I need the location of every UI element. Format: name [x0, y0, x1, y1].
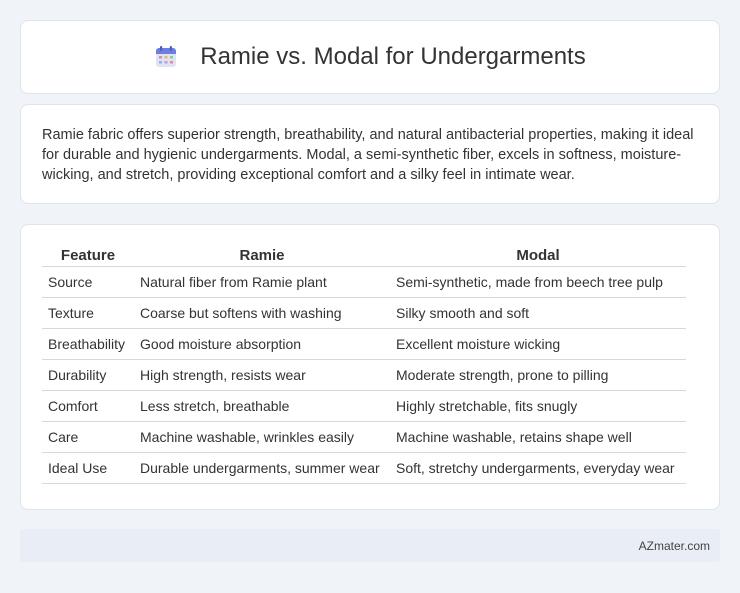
intro-card: Ramie fabric offers superior strength, b… [20, 104, 720, 204]
modal-cell: Silky smooth and soft [390, 298, 686, 329]
modal-cell: Soft, stretchy undergarments, everyday w… [390, 453, 686, 484]
comparison-table: Feature Ramie Modal Source Natural fiber… [42, 243, 686, 484]
intro-paragraph: Ramie fabric offers superior strength, b… [42, 127, 694, 183]
feature-cell: Ideal Use [42, 453, 134, 484]
ramie-cell: Good moisture absorption [134, 329, 390, 360]
feature-cell: Source [42, 267, 134, 298]
modal-cell: Moderate strength, prone to pilling [390, 360, 686, 391]
calendar-icon [156, 46, 177, 67]
ramie-cell: High strength, resists wear [134, 360, 390, 391]
ramie-cell: Durable undergarments, summer wear [134, 453, 390, 484]
ramie-cell: Less stretch, breathable [134, 391, 390, 422]
modal-cell: Excellent moisture wicking [390, 329, 686, 360]
feature-cell: Care [42, 422, 134, 453]
modal-cell: Machine washable, retains shape well [390, 422, 686, 453]
ramie-cell: Natural fiber from Ramie plant [134, 267, 390, 298]
modal-cell: Semi-synthetic, made from beech tree pul… [390, 267, 686, 298]
page-title: Ramie vs. Modal for Undergarments [200, 43, 586, 70]
title-card: Ramie vs. Modal for Undergarments [20, 20, 720, 94]
title-wrap: Ramie vs. Modal for Undergarments [154, 43, 586, 71]
modal-cell: Highly stretchable, fits snugly [390, 391, 686, 422]
header-feature: Feature [42, 243, 134, 267]
table-row: Ideal Use Durable undergarments, summer … [42, 453, 686, 484]
footer-bar: AZmater.com [20, 529, 720, 562]
table-row: Durability High strength, resists wear M… [42, 360, 686, 391]
ramie-cell: Coarse but softens with washing [134, 298, 390, 329]
header-modal: Modal [390, 243, 686, 267]
feature-cell: Durability [42, 360, 134, 391]
header-ramie: Ramie [134, 243, 390, 267]
feature-cell: Breathability [42, 329, 134, 360]
table-row: Breathability Good moisture absorption E… [42, 329, 686, 360]
table-row: Texture Coarse but softens with washing … [42, 298, 686, 329]
table-row: Care Machine washable, wrinkles easily M… [42, 422, 686, 453]
table-row: Comfort Less stretch, breathable Highly … [42, 391, 686, 422]
table-row: Source Natural fiber from Ramie plant Se… [42, 267, 686, 298]
feature-cell: Texture [42, 298, 134, 329]
ramie-cell: Machine washable, wrinkles easily [134, 422, 390, 453]
feature-cell: Comfort [42, 391, 134, 422]
table-header-row: Feature Ramie Modal [42, 243, 686, 267]
comparison-card: Feature Ramie Modal Source Natural fiber… [20, 224, 720, 510]
footer-source: AZmater.com [638, 538, 710, 553]
